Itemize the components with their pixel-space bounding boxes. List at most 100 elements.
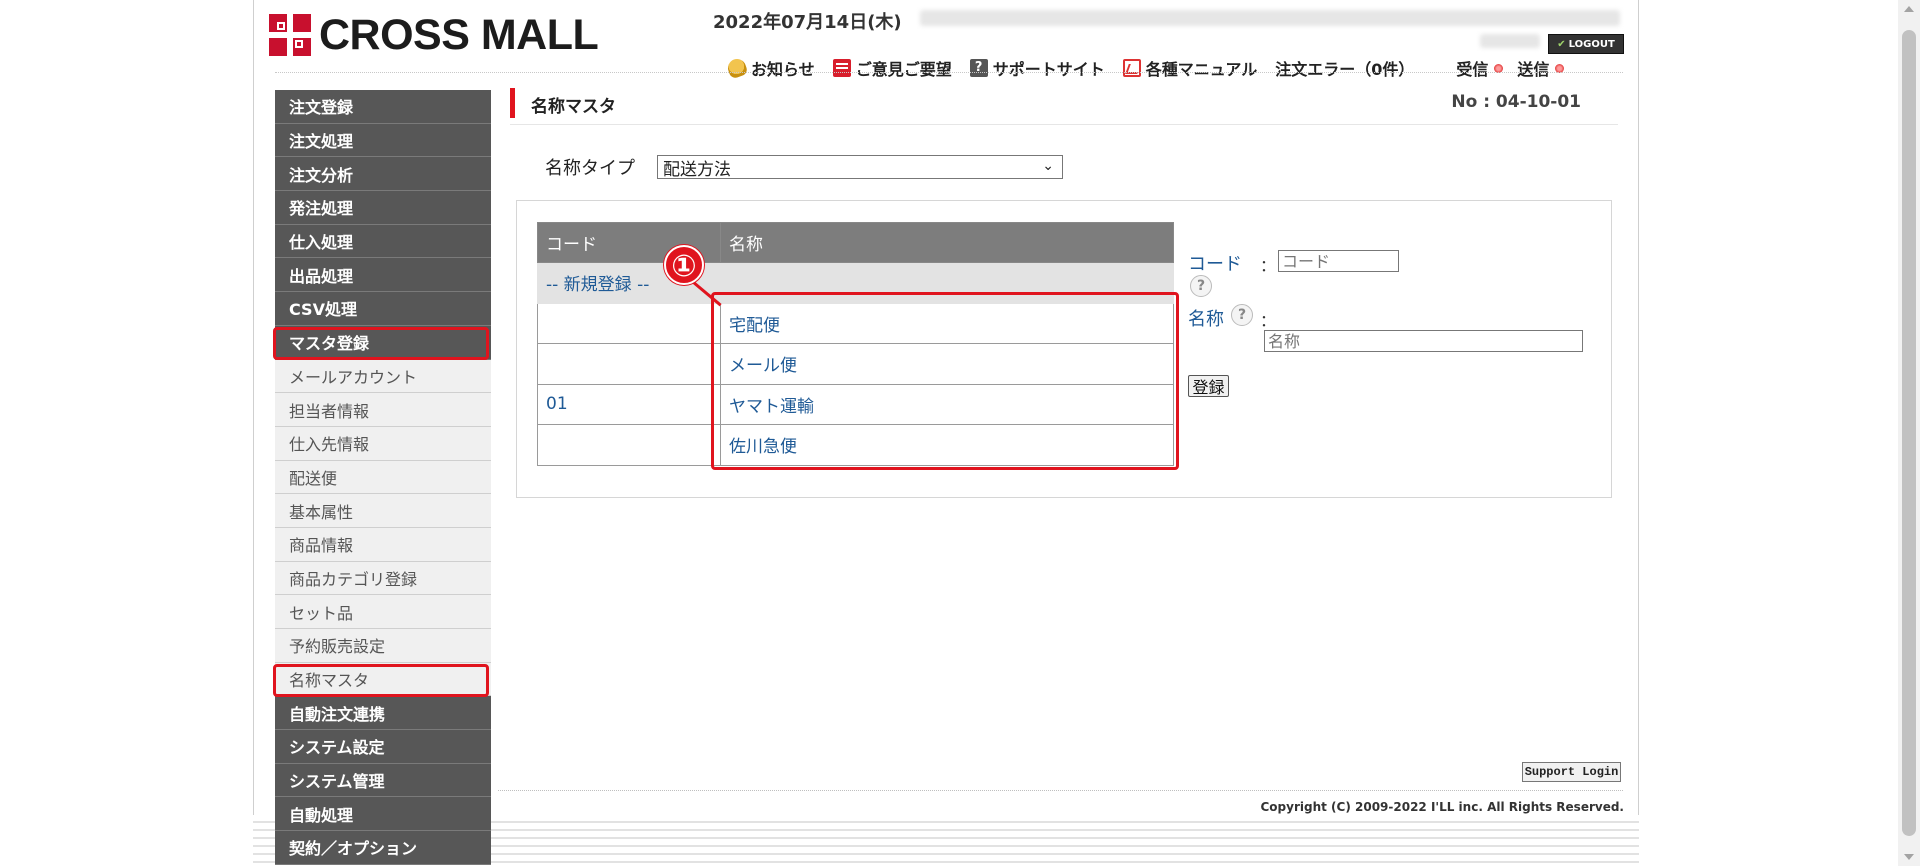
sidebar-item[interactable]: 注文処理 (275, 123, 491, 158)
new-entry-row: -- 新規登録 -- (537, 262, 1174, 304)
nav-news[interactable]: お知らせ (725, 56, 815, 80)
sidebar-item[interactable]: 出品処理 (275, 258, 491, 293)
register-button[interactable]: 登録 (1188, 375, 1229, 397)
sidebar-item-label: 自動注文連携 (289, 704, 386, 724)
code-label: コード (1188, 254, 1242, 275)
page-title: 名称マスタ (531, 97, 616, 117)
row-name-link[interactable]: 佐川急便 (720, 424, 1174, 466)
bell-icon (725, 56, 749, 80)
sidebar-item[interactable]: 発注処理 (275, 191, 491, 225)
name-type-label: 名称タイプ (545, 158, 635, 179)
nav-order-errors[interactable]: 注文エラー（0件） (1275, 56, 1414, 80)
current-date: 2022年07月14日(木) (713, 12, 902, 33)
pdf-icon (1122, 59, 1141, 77)
row-code: 01 (537, 383, 721, 425)
top-navigation: お知らせ ご意見ご要望 ? サポートサイト 各種マニュアル 注文エラー（0件） … (725, 56, 1565, 80)
sidebar-item[interactable]: 商品カテゴリ登録 (275, 561, 491, 596)
sidebar-item-label: 名称マスタ (289, 671, 370, 691)
table-row[interactable]: メール便 (537, 343, 1174, 385)
new-entry-link[interactable]: -- 新規登録 -- (537, 262, 1174, 304)
sidebar-item[interactable]: 配送便 (275, 460, 491, 495)
sidebar-item-label: 契約／オプション (289, 839, 418, 859)
annotation-badge: ① (664, 245, 704, 285)
sidebar-item[interactable]: 基本属性 (275, 494, 491, 528)
sidebar-item-label: 仕入先情報 (289, 435, 370, 455)
sidebar-item-label: CSV処理 (289, 300, 357, 320)
nav-support-site[interactable]: ? サポートサイト (969, 56, 1105, 80)
sidebar-item-label: 注文処理 (289, 132, 354, 152)
mailbox-icon (832, 59, 851, 77)
name-help-icon[interactable]: ? (1231, 304, 1253, 326)
logo-mark-icon (269, 14, 311, 56)
nav-manuals[interactable]: 各種マニュアル (1122, 56, 1257, 80)
sidebar-item-label: 商品情報 (289, 536, 354, 556)
sidebar-item[interactable]: 注文登録 (275, 90, 491, 124)
name-type-select[interactable]: 配送方法 ⌄ (657, 155, 1063, 180)
support-login-button[interactable]: Support Login (1522, 762, 1621, 782)
check-icon: ✔ (1557, 38, 1566, 50)
nav-feedback[interactable]: ご意見ご要望 (832, 56, 952, 80)
scrollbar-thumb[interactable] (1902, 30, 1916, 836)
table-row[interactable]: 01 ヤマト運輸 (537, 383, 1174, 425)
sidebar-item-label: システム管理 (289, 772, 385, 792)
sidebar-item-label: 配送便 (289, 468, 338, 488)
page-header: 名称マスタ No : 04-10-01 (510, 88, 1618, 125)
sidebar-item-label: 仕入処理 (289, 233, 354, 253)
logout-button[interactable]: ✔ LOGOUT (1548, 34, 1624, 54)
row-code (537, 343, 721, 385)
row-name-link[interactable]: メール便 (720, 343, 1174, 385)
sidebar-item[interactable]: 自動注文連携 (275, 696, 491, 731)
sidebar-item-label: 注文登録 (289, 98, 354, 118)
blurred-user-info (920, 10, 1620, 26)
sidebar-item-label: システム設定 (289, 738, 385, 758)
sidebar-item-label: 自動処理 (289, 805, 354, 825)
sidebar-item[interactable]: 名称マスタ (275, 662, 491, 697)
code-input[interactable] (1278, 250, 1399, 272)
sidebar-item-label: メールアカウント (289, 367, 418, 387)
footer-divider (498, 790, 1623, 791)
sidebar-item[interactable]: CSV処理 (275, 292, 491, 326)
sidebar-item-label: 商品カテゴリ登録 (289, 569, 418, 589)
scroll-down-icon[interactable] (1904, 854, 1914, 860)
sidebar-item-label: 注文分析 (289, 165, 354, 185)
sidebar-item[interactable]: システム管理 (275, 763, 491, 798)
vertical-scrollbar[interactable] (1898, 0, 1920, 866)
brand-name: CROSS MALL (319, 11, 599, 59)
sidebar-item[interactable]: マスタ登録 (275, 325, 491, 360)
nav-receive[interactable]: 受信 (1456, 56, 1504, 80)
sidebar-item[interactable]: システム設定 (275, 730, 491, 764)
name-input[interactable] (1264, 330, 1583, 352)
sidebar-item-label: 予約販売設定 (289, 637, 386, 657)
row-code (537, 302, 721, 344)
screen-number: No : 04-10-01 (1451, 92, 1581, 112)
name-colon: ： (1260, 311, 1277, 330)
code-help-icon[interactable]: ? (1190, 275, 1212, 297)
sidebar-item[interactable]: 契約／オプション (275, 831, 491, 865)
row-code (537, 424, 721, 466)
sidebar-item[interactable]: 商品情報 (275, 527, 491, 562)
row-name-link[interactable]: 宅配便 (720, 302, 1174, 344)
sidebar-item[interactable]: 仕入先情報 (275, 426, 491, 461)
sidebar-item-label: セット品 (289, 603, 354, 623)
sidebar-item[interactable]: メールアカウント (275, 359, 491, 394)
sidebar-item-label: 基本属性 (289, 502, 354, 522)
row-name-link[interactable]: ヤマト運輸 (720, 383, 1174, 425)
logo[interactable]: CROSS MALL (269, 11, 599, 59)
sidebar-item[interactable]: 予約販売設定 (275, 629, 491, 663)
table-row[interactable]: 宅配便 (537, 302, 1174, 344)
table-row[interactable]: 佐川急便 (537, 424, 1174, 466)
sidebar-item[interactable]: 担当者情報 (275, 393, 491, 427)
sidebar-item[interactable]: 自動処理 (275, 797, 491, 832)
scroll-up-icon[interactable] (1904, 6, 1914, 12)
sidebar-item[interactable]: 仕入処理 (275, 224, 491, 259)
nav-send[interactable]: 送信 (1517, 56, 1565, 80)
code-colon: ： (1260, 256, 1277, 275)
sidebar-menu: 注文登録注文処理注文分析発注処理仕入処理出品処理 CSV処理マスタ登録メールアカウ… (275, 90, 491, 865)
sidebar-item-label: 出品処理 (289, 266, 354, 286)
sidebar-item[interactable]: 注文分析 (275, 157, 491, 192)
copyright-text: Copyright (C) 2009-2022 I'LL inc. All Ri… (1260, 800, 1625, 814)
sidebar-item-label: 担当者情報 (289, 401, 370, 421)
sidebar-item[interactable]: セット品 (275, 595, 491, 629)
header-divider (275, 72, 1623, 73)
sidebar-item-label: マスタ登録 (289, 334, 370, 354)
